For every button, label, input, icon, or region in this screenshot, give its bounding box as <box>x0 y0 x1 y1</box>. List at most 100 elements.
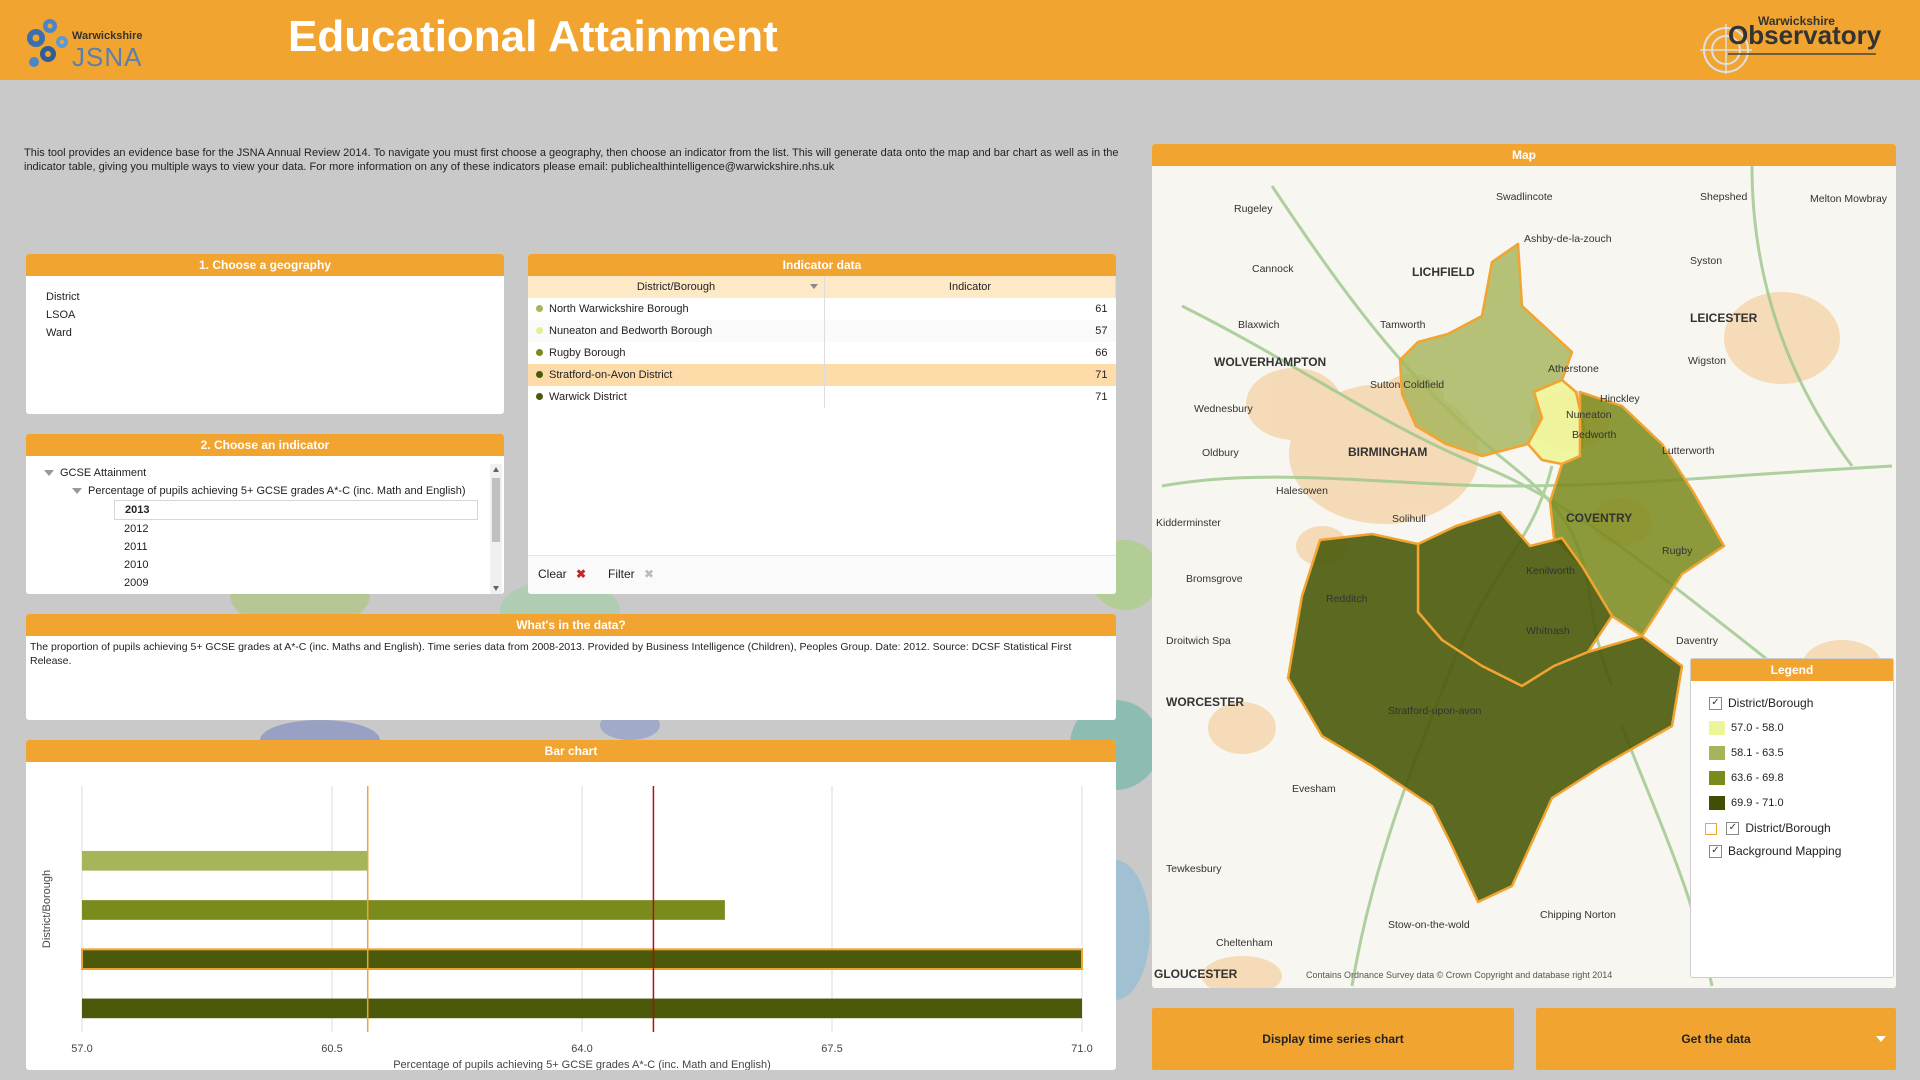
tree-node-indicator[interactable]: Percentage of pupils achieving 5+ GCSE g… <box>44 482 504 500</box>
place-label: Bedworth <box>1572 429 1617 441</box>
x-tick-label: 60.5 <box>321 1043 342 1055</box>
place-label: Kidderminster <box>1156 517 1221 529</box>
bar-chart-title: Bar chart <box>26 740 1116 762</box>
row-color-dot-icon <box>536 393 543 400</box>
table-row[interactable]: North Warwickshire Borough 61 <box>528 298 1116 320</box>
place-label: Wigston <box>1688 355 1726 367</box>
place-label: Whitnash <box>1526 625 1570 637</box>
bar-chart-panel: Bar chart 57.0 60.5 64.0 67.5 71.0 Percentage… <box>26 740 1116 1070</box>
x-tick-label: 71.0 <box>1071 1043 1092 1055</box>
get-data-button[interactable]: Get the data <box>1536 1008 1896 1070</box>
legend-class-4: 69.9 - 71.0 <box>1709 795 1784 811</box>
map-legend: Legend ✓ District/Borough 57.0 - 58.0 58.… <box>1690 658 1894 978</box>
place-label: GLOUCESTER <box>1154 967 1238 981</box>
whats-in-data-title: What's in the data? <box>26 614 1116 636</box>
tree-year-2013[interactable]: 2013 <box>114 500 478 520</box>
geography-option-lsoa[interactable]: LSOA <box>46 306 484 324</box>
place-label: Nuneaton <box>1566 409 1612 421</box>
page-title: Educational Attainment <box>288 12 778 61</box>
x-tick-label: 57.0 <box>71 1043 92 1055</box>
tree-node-gcse[interactable]: GCSE Attainment <box>44 464 504 482</box>
legend-swatch <box>1709 796 1725 811</box>
indicator-data-panel: Indicator data District/Borough Indicato… <box>528 254 1116 594</box>
filter-x-icon: ✖ <box>644 567 655 581</box>
geography-option-ward[interactable]: Ward <box>46 324 484 342</box>
tree-year-2009[interactable]: 2009 <box>44 574 504 592</box>
table-row[interactable]: Rugby Borough 66 <box>528 342 1116 364</box>
place-label: Melton Mowbray <box>1810 193 1888 205</box>
observatory-title: Observatory <box>1728 20 1882 50</box>
district-boundaries <box>1286 242 1726 904</box>
place-label: Cheltenham <box>1216 937 1273 949</box>
geography-panel: 1. Choose a geography District LSOA Ward <box>26 254 504 414</box>
place-label: COVENTRY <box>1566 511 1632 525</box>
checkbox-checked-icon[interactable]: ✓ <box>1709 845 1722 859</box>
legend-layer-background[interactable]: ✓ Background Mapping <box>1709 843 1841 859</box>
bar-chart: 57.0 60.5 64.0 67.5 71.0 Percentage of pupils… <box>41 786 1093 1070</box>
place-label: Stow-on-the-wold <box>1388 919 1470 931</box>
row-color-dot-icon <box>536 349 543 356</box>
place-label: Oldbury <box>1202 447 1240 459</box>
table-row[interactable]: Stratford-on-Avon District 71 <box>528 364 1116 386</box>
legend-layer-boundary[interactable]: ✓ District/Borough <box>1705 820 1831 836</box>
row-district-name: Stratford-on-Avon District <box>549 369 673 381</box>
bar <box>82 900 725 920</box>
column-header-indicator[interactable]: Indicator <box>824 276 1116 298</box>
map-title: Map <box>1152 144 1896 166</box>
sort-dropdown-icon[interactable] <box>810 284 818 289</box>
tree-year-2010[interactable]: 2010 <box>44 556 504 574</box>
scroll-up-arrow-icon[interactable] <box>493 467 499 472</box>
place-label: Chipping Norton <box>1540 909 1616 921</box>
boundary-outline-icon <box>1705 822 1717 835</box>
place-label: BIRMINGHAM <box>1348 445 1427 459</box>
tree-year-2011[interactable]: 2011 <box>44 538 504 556</box>
row-district-name: Rugby Borough <box>549 347 626 359</box>
indicator-tree: GCSE Attainment Percentage of pupils ach… <box>26 456 504 592</box>
x-axis-label: Percentage of pupils achieving 5+ GCSE g… <box>393 1059 771 1070</box>
logo-org-name: Warwickshire <box>72 30 143 42</box>
checkbox-checked-icon[interactable]: ✓ <box>1709 697 1722 711</box>
clear-x-icon: ✖ <box>576 567 587 581</box>
collapse-triangle-icon[interactable] <box>44 470 54 477</box>
place-label: Bromsgrove <box>1186 573 1243 585</box>
legend-title: Legend <box>1691 659 1893 681</box>
row-indicator-value: 71 <box>1095 391 1108 403</box>
collapse-triangle-icon[interactable] <box>72 488 82 495</box>
bar <box>82 998 1082 1019</box>
tree-scrollbar[interactable] <box>490 464 502 594</box>
place-label: Wednesbury <box>1194 403 1254 415</box>
scroll-thumb[interactable] <box>492 478 500 542</box>
table-row[interactable]: Nuneaton and Bedworth Borough 57 <box>528 320 1116 342</box>
place-label: Redditch <box>1326 593 1368 605</box>
filter-button[interactable]: Filter ✖ <box>608 567 654 581</box>
place-label: Rugeley <box>1234 203 1273 215</box>
geography-option-district[interactable]: District <box>46 288 484 306</box>
time-series-button[interactable]: Display time series chart <box>1152 1008 1514 1070</box>
checkbox-checked-icon[interactable]: ✓ <box>1726 822 1740 836</box>
place-label: Sutton Coldfield <box>1370 379 1444 391</box>
place-label: Kenilworth <box>1526 565 1575 577</box>
place-label: Rugby <box>1662 545 1693 557</box>
column-header-district[interactable]: District/Borough <box>528 276 825 298</box>
table-row[interactable]: Warwick District 71 <box>528 386 1116 408</box>
geography-panel-title: 1. Choose a geography <box>26 254 504 276</box>
place-label: Droitwich Spa <box>1166 635 1231 647</box>
legend-swatch <box>1709 746 1725 761</box>
place-label: Halesowen <box>1276 485 1328 497</box>
bar <box>82 850 368 871</box>
legend-class-2: 58.1 - 63.5 <box>1709 745 1784 761</box>
y-axis-label: District/Borough <box>41 870 53 948</box>
tree-year-2012[interactable]: 2012 <box>44 520 504 538</box>
indicator-panel: 2. Choose an indicator GCSE Attainment P… <box>26 434 504 594</box>
row-indicator-value: 61 <box>1095 303 1108 315</box>
row-color-dot-icon <box>536 371 543 378</box>
clear-button[interactable]: Clear ✖ <box>538 567 586 581</box>
app-header: Warwickshire JSNA Educational Attainment… <box>0 0 1920 80</box>
bar <box>81 948 1083 971</box>
row-indicator-value: 57 <box>824 320 1116 342</box>
place-label: Tamworth <box>1380 319 1426 331</box>
legend-swatch <box>1709 771 1725 786</box>
dropdown-arrow-icon[interactable] <box>1876 1036 1886 1042</box>
legend-layer-district[interactable]: ✓ District/Borough <box>1709 695 1813 711</box>
scroll-down-arrow-icon[interactable] <box>493 586 499 591</box>
